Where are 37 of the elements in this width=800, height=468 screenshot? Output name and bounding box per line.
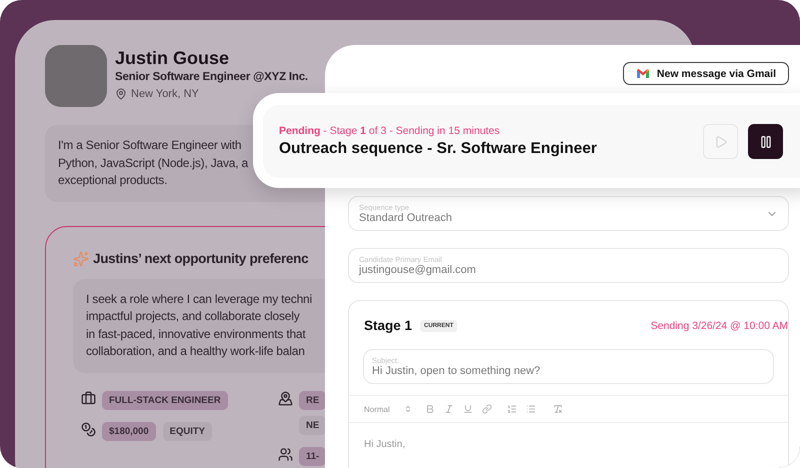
play-icon — [714, 134, 728, 148]
message-body[interactable]: Hi Justin, — [349, 423, 788, 466]
candidate-name: Justin Gouse — [115, 47, 230, 69]
summary-text: I seek a role where I can leverage my techni impactful projects, and collaborate closely in fast-paced, innovative environments that collaboration, and a healthy work-life balan — [86, 290, 312, 360]
preference-tag: $180,000 — [102, 422, 156, 440]
italic-icon[interactable] — [444, 404, 454, 414]
avatar-photo-placeholder — [45, 45, 107, 107]
stage-title: Stage 1 — [364, 318, 412, 334]
bold-icon[interactable] — [424, 404, 435, 414]
sparkle-icon — [73, 250, 89, 266]
sequence-status: Pending - Stage 1 of 3 - Sending in 15 minutes — [279, 125, 501, 137]
preference-tag: EQUITY — [162, 422, 212, 440]
pause-button[interactable] — [748, 124, 783, 159]
location-pin-icon — [115, 88, 127, 100]
preference-tag: RE — [299, 390, 326, 410]
gmail-icon — [636, 68, 650, 80]
map-pin-icon — [278, 390, 293, 406]
ordered-list-icon[interactable] — [506, 404, 517, 414]
link-icon[interactable] — [482, 404, 492, 414]
underline-icon[interactable] — [462, 404, 473, 414]
format-select[interactable]: Normal — [364, 404, 412, 414]
gmail-message-button[interactable]: New message via Gmail — [622, 62, 789, 86]
preference-tag: NE — [299, 416, 326, 434]
sequence-title: Outreach sequence - Sr. Software Engineer — [279, 140, 597, 158]
preferences-title: Justins’ next opportunity preferenc — [93, 251, 308, 266]
coins-icon — [81, 422, 96, 436]
preference-tag: 11- — [299, 446, 326, 466]
candidate-headline: Senior Software Engineer @XYZ Inc. — [115, 70, 308, 85]
pause-icon — [758, 134, 772, 148]
briefcase-icon — [81, 390, 96, 406]
stage-schedule: Sending 3/26/24 @ 10:00 AM — [650, 320, 788, 332]
preference-tag: FULL-STACK ENGINEER — [102, 390, 228, 410]
candidate-location: New York, NY — [131, 88, 199, 100]
bio-text: I'm a Senior Software Engineer with Python, JavaScript (Node.js), Java, a exceptional products. — [58, 137, 248, 189]
clear-format-icon[interactable] — [552, 404, 563, 414]
people-icon — [278, 446, 293, 462]
updown-chevron-icon — [404, 405, 412, 414]
